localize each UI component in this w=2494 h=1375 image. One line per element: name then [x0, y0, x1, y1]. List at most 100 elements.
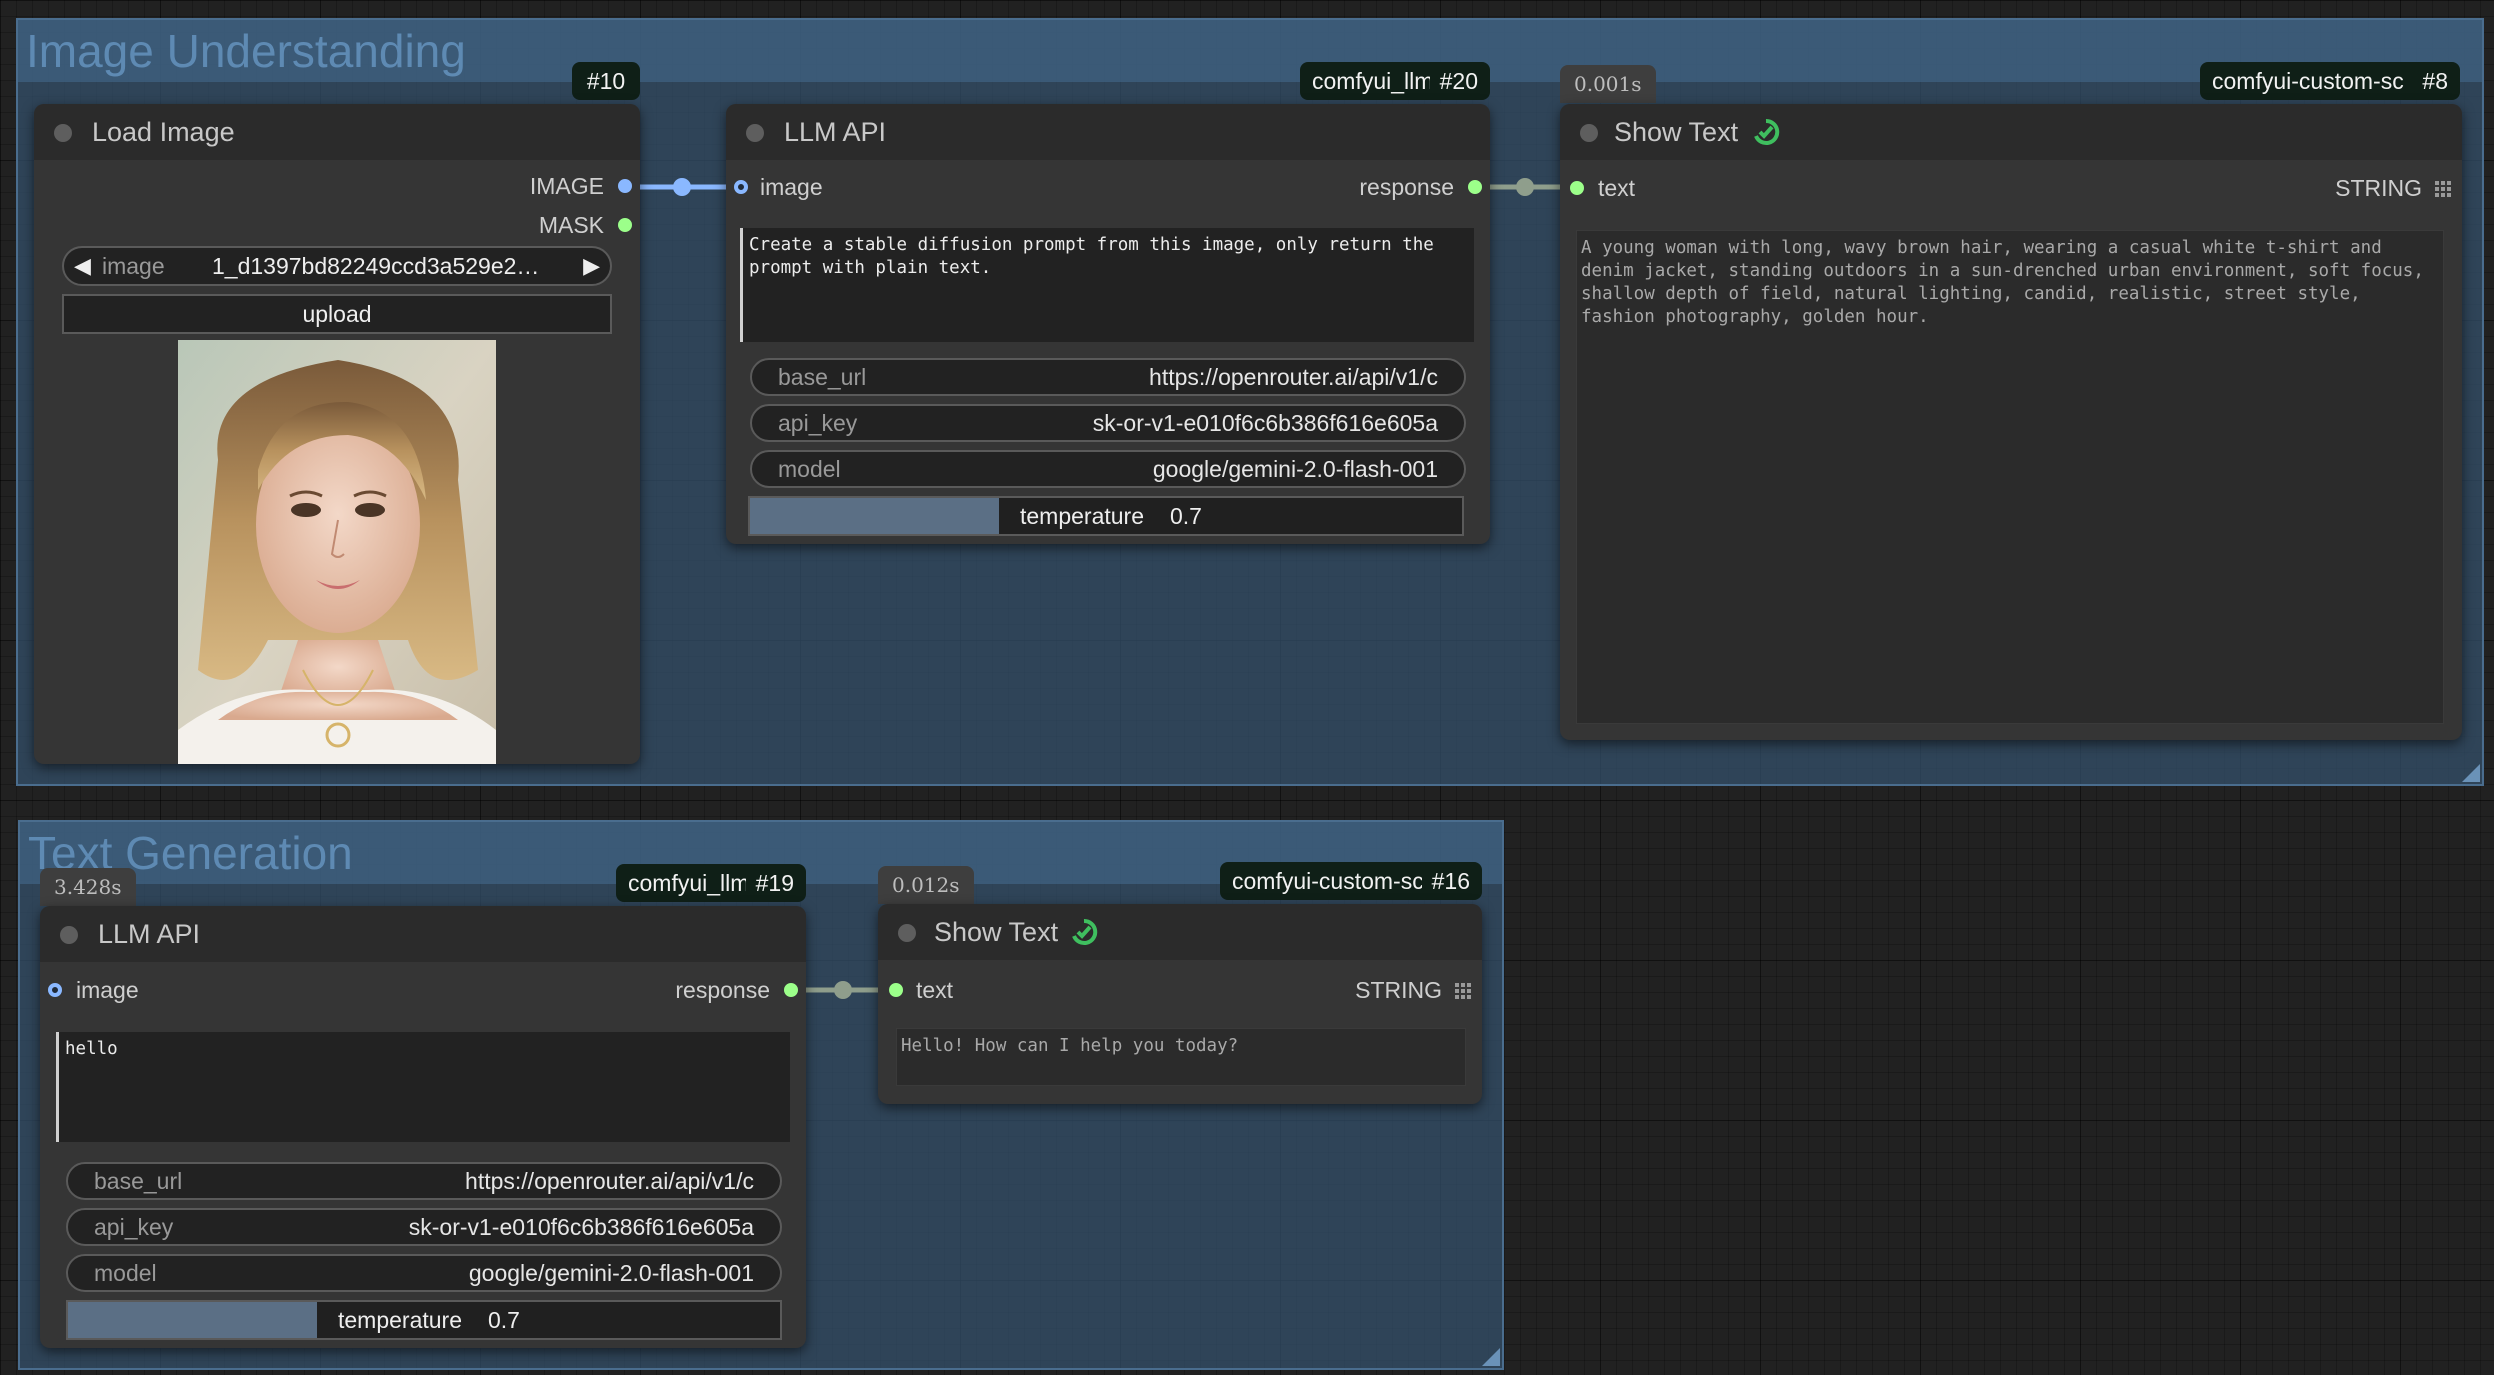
output-label-mask: MASK [538, 212, 604, 238]
collapse-dot[interactable] [1580, 124, 1598, 142]
grid-icon[interactable] [1454, 982, 1472, 1000]
output-label-string: STRING [2335, 175, 2422, 201]
input-port-image[interactable] [734, 180, 748, 194]
collapse-dot[interactable] [746, 124, 764, 142]
model-value: google/gemini-2.0-flash-001 [1152, 456, 1438, 482]
output-port-response[interactable] [784, 983, 798, 997]
model-label: model [94, 1260, 157, 1286]
node-source: comfyui_llm [628, 870, 746, 896]
input-label-text: text [916, 977, 954, 1003]
output-text[interactable]: A young woman with long, wavy brown hair… [1576, 230, 2444, 724]
grid-icon[interactable] [2434, 180, 2452, 198]
output-label-response: response [675, 977, 770, 1003]
node-header[interactable]: LLM API [40, 906, 806, 962]
execution-time: 0.001s [1560, 65, 1656, 103]
node-source-badge: comfyui_llm #20 [1300, 62, 1490, 100]
temperature-slider[interactable]: temperature 0.7 [748, 496, 1464, 536]
node-source: comfyui-custom-scripts [1232, 868, 1422, 894]
prev-image-arrow-icon[interactable]: ◀ [74, 248, 91, 284]
temperature-label: temperature [1020, 503, 1145, 529]
temperature-label: temperature [338, 1307, 463, 1333]
output-label-response: response [1359, 174, 1454, 200]
node-header[interactable]: Load Image [34, 104, 640, 160]
node-title: Show Text [1614, 117, 1739, 147]
api-key-label: api_key [94, 1214, 174, 1240]
temperature-fill [68, 1302, 318, 1338]
api-key-label: api_key [778, 410, 858, 436]
portrait-image [178, 340, 496, 764]
node-source-badge: comfyui-custom-scripts #8 [2200, 62, 2460, 100]
execution-time: 3.428s [40, 868, 136, 906]
output-label-image: IMAGE [529, 173, 604, 199]
node-header[interactable]: Show Text [1560, 104, 2462, 160]
model-field[interactable]: model google/gemini-2.0-flash-001 [66, 1254, 782, 1292]
output-label-string: STRING [1355, 977, 1442, 1003]
execution-time: 0.012s [878, 866, 974, 904]
base-url-value: https://openrouter.ai/api/v1/c [465, 1168, 754, 1194]
node-header[interactable]: Show Text [878, 904, 1482, 960]
node-header[interactable]: LLM API [726, 104, 1490, 160]
output-text[interactable]: Hello! How can I help you today? [896, 1028, 1466, 1086]
node-source-badge: comfyui_llm #19 [616, 864, 806, 902]
temperature-slider[interactable]: temperature 0.7 [66, 1300, 782, 1340]
temperature-value: 0.7 [488, 1307, 520, 1333]
node-title: Load Image [92, 117, 235, 147]
node-llm-api[interactable]: LLM API image response Create a stable d… [726, 104, 1490, 544]
model-label: model [778, 456, 841, 482]
group-resize-handle[interactable] [2462, 764, 2480, 782]
temperature-value: 0.7 [1170, 503, 1202, 529]
upload-button[interactable]: upload [62, 294, 612, 334]
api-key-field[interactable]: api_key sk-or-v1-e010f6c6b386f616e605a [66, 1208, 782, 1246]
api-key-value: sk-or-v1-e010f6c6b386f616e605a [1092, 410, 1438, 436]
group-title[interactable]: Image Understanding [18, 20, 2482, 82]
collapse-dot[interactable] [54, 124, 72, 142]
output-port-image[interactable] [618, 179, 632, 193]
base-url-field[interactable]: base_url https://openrouter.ai/api/v1/c [66, 1162, 782, 1200]
input-port-image[interactable] [48, 983, 62, 997]
prompt-textarea[interactable]: hello [56, 1032, 790, 1142]
image-preview [178, 340, 496, 764]
model-value: google/gemini-2.0-flash-001 [468, 1260, 754, 1286]
input-label-text: text [1598, 175, 1636, 201]
base-url-label: base_url [94, 1168, 183, 1194]
node-id: #20 [1439, 68, 1478, 94]
api-key-value: sk-or-v1-e010f6c6b386f616e605a [408, 1214, 754, 1240]
base-url-field[interactable]: base_url https://openrouter.ai/api/v1/c [750, 358, 1466, 396]
input-port-text[interactable] [889, 983, 903, 997]
node-source-badge: comfyui-custom-scripts #16 [1220, 862, 1482, 900]
prompt-textarea[interactable]: Create a stable diffusion prompt from th… [740, 228, 1474, 342]
input-label-image: image [760, 174, 823, 200]
image-selector[interactable]: ◀ image 1_d1397bd82249ccd3a529e268f... ▶ [62, 246, 612, 286]
custom-script-icon [1072, 918, 1098, 945]
next-image-arrow-icon[interactable]: ▶ [583, 248, 600, 284]
node-load-image[interactable]: Load Image IMAGE MASK ◀ image 1_d1397bd8… [34, 104, 640, 764]
api-key-field[interactable]: api_key sk-or-v1-e010f6c6b386f616e605a [750, 404, 1466, 442]
node-id: #19 [755, 870, 794, 896]
node-id-badge: #10 [572, 62, 640, 100]
node-id: #10 [586, 68, 626, 94]
collapse-dot[interactable] [60, 926, 78, 944]
base-url-label: base_url [778, 364, 867, 390]
base-url-value: https://openrouter.ai/api/v1/c [1149, 364, 1438, 390]
node-title: LLM API [784, 117, 887, 147]
node-source: comfyui_llm [1312, 68, 1430, 94]
input-port-text[interactable] [1570, 181, 1584, 195]
node-show-text[interactable]: Show Text text STRING Hello! How can I h… [878, 904, 1482, 1104]
collapse-dot[interactable] [898, 924, 916, 942]
node-show-text[interactable]: Show Text text STRING A young woman with… [1560, 104, 2462, 740]
node-id: #8 [2422, 68, 2448, 94]
node-id: #16 [1431, 868, 1470, 894]
node-title: Show Text [934, 917, 1059, 947]
image-selector-value: 1_d1397bd82249ccd3a529e268f... [212, 253, 552, 279]
node-title: LLM API [98, 919, 201, 949]
output-port-mask[interactable] [618, 218, 632, 232]
model-field[interactable]: model google/gemini-2.0-flash-001 [750, 450, 1466, 488]
input-label-image: image [76, 977, 139, 1003]
image-selector-label: image [102, 253, 165, 279]
group-resize-handle[interactable] [1482, 1348, 1500, 1366]
temperature-fill [750, 498, 1000, 534]
output-port-response[interactable] [1468, 180, 1482, 194]
custom-script-icon [1754, 118, 1780, 145]
node-source: comfyui-custom-scripts [2212, 68, 2404, 94]
node-llm-api[interactable]: LLM API image response hello base_url ht… [40, 906, 806, 1348]
